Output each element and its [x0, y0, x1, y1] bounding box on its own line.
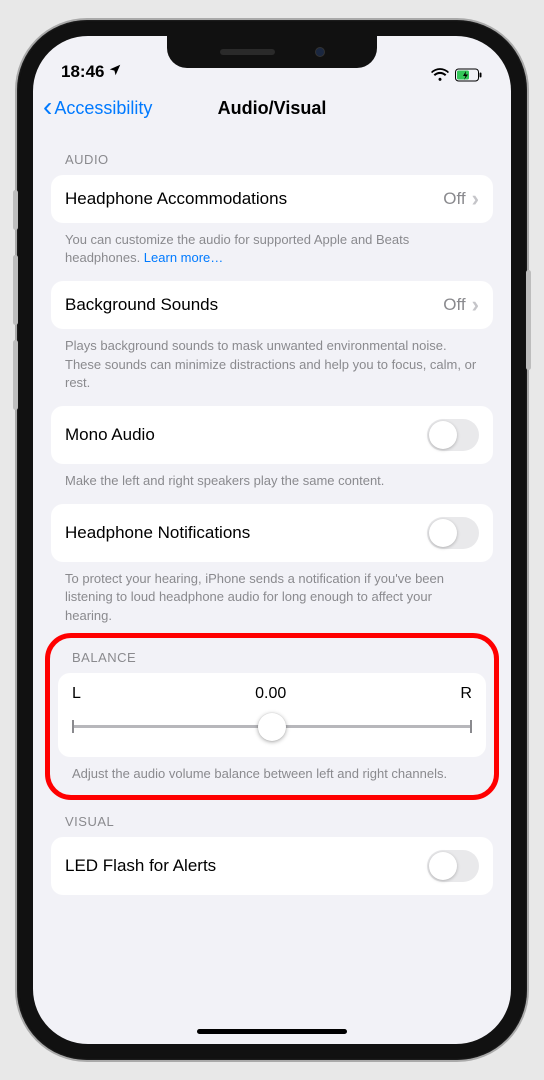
- chevron-right-icon: ›: [472, 188, 479, 210]
- phone-frame: 18:46: [17, 20, 527, 1060]
- mute-switch[interactable]: [13, 190, 18, 230]
- section-header-visual: VISUAL: [51, 804, 493, 837]
- back-label: Accessibility: [54, 98, 152, 119]
- row-value: Off: [443, 189, 465, 209]
- back-button[interactable]: ‹ Accessibility: [43, 96, 152, 121]
- row-mono-audio: Mono Audio: [51, 406, 493, 464]
- row-label: Mono Audio: [65, 425, 417, 445]
- balance-slider-thumb[interactable]: [258, 713, 286, 741]
- mono-audio-toggle[interactable]: [427, 419, 479, 451]
- row-background-sounds[interactable]: Background Sounds Off ›: [51, 281, 493, 329]
- footer-background-sounds: Plays background sounds to mask unwanted…: [51, 329, 493, 392]
- row-label: Background Sounds: [65, 295, 433, 315]
- balance-highlight: BALANCE L 0.00 R Adjust t: [45, 633, 499, 800]
- footer-balance: Adjust the audio volume balance between …: [58, 757, 486, 783]
- row-label: LED Flash for Alerts: [65, 856, 417, 876]
- volume-down-button[interactable]: [13, 340, 18, 410]
- status-time: 18:46: [61, 62, 104, 82]
- chevron-left-icon: ‹: [43, 93, 52, 121]
- row-label: Headphone Accommodations: [65, 189, 433, 209]
- volume-up-button[interactable]: [13, 255, 18, 325]
- headphone-notifications-toggle[interactable]: [427, 517, 479, 549]
- nav-bar: ‹ Accessibility Audio/Visual: [33, 84, 511, 132]
- battery-charging-icon: [455, 68, 483, 82]
- side-button[interactable]: [526, 270, 531, 370]
- led-flash-toggle[interactable]: [427, 850, 479, 882]
- learn-more-link[interactable]: Learn more…: [144, 250, 223, 265]
- row-value: Off: [443, 295, 465, 315]
- home-indicator[interactable]: [197, 1029, 347, 1034]
- footer-mono-audio: Make the left and right speakers play th…: [51, 464, 493, 490]
- footer-headphone-accommodations: You can customize the audio for supporte…: [51, 223, 493, 267]
- wifi-icon: [431, 68, 449, 82]
- row-headphone-notifications: Headphone Notifications: [51, 504, 493, 562]
- chevron-right-icon: ›: [472, 294, 479, 316]
- footer-headphone-notifications: To protect your hearing, iPhone sends a …: [51, 562, 493, 625]
- section-header-audio: AUDIO: [51, 136, 493, 175]
- balance-card: L 0.00 R: [58, 673, 486, 757]
- location-icon: [108, 62, 122, 82]
- balance-left-label: L: [72, 685, 81, 703]
- row-headphone-accommodations[interactable]: Headphone Accommodations Off ›: [51, 175, 493, 223]
- screen: 18:46: [33, 36, 511, 1044]
- notch: [167, 36, 377, 68]
- balance-right-label: R: [460, 685, 472, 703]
- balance-value: 0.00: [255, 685, 286, 703]
- row-led-flash: LED Flash for Alerts: [51, 837, 493, 895]
- balance-slider[interactable]: [72, 715, 472, 739]
- section-header-balance: BALANCE: [58, 646, 486, 673]
- settings-content[interactable]: AUDIO Headphone Accommodations Off › You…: [33, 132, 511, 935]
- row-label: Headphone Notifications: [65, 523, 417, 543]
